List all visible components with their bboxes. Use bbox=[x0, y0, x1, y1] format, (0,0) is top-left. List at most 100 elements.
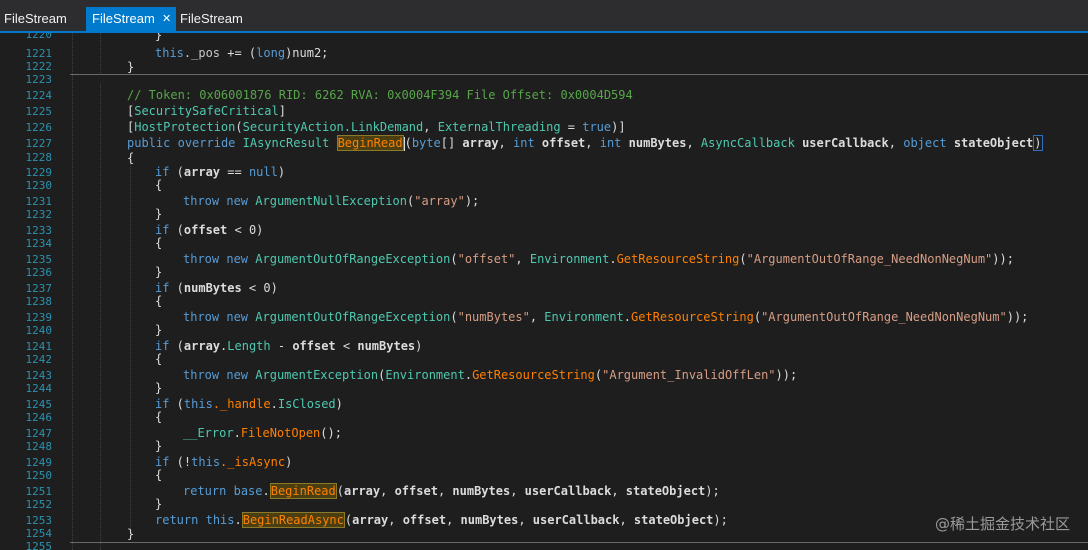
line-number: 1223 bbox=[25, 73, 53, 86]
line-number: 1245 bbox=[25, 398, 53, 411]
line-number: 1226 bbox=[25, 121, 53, 134]
keyword: object bbox=[903, 136, 947, 150]
line-number: 1228 bbox=[25, 151, 53, 164]
code-line: { bbox=[155, 468, 163, 482]
code-line: if (array == null) bbox=[155, 165, 286, 179]
keyword: this bbox=[205, 513, 235, 527]
method-separator bbox=[70, 542, 1088, 543]
keyword: if bbox=[155, 455, 170, 469]
line-number: 1230 bbox=[25, 179, 53, 192]
code-line: if (!this._isAsync) bbox=[155, 455, 293, 469]
method-name: FileNotOpen bbox=[240, 426, 321, 440]
field: ._handle bbox=[212, 397, 271, 411]
line-number: 1241 bbox=[25, 340, 53, 353]
keyword: new bbox=[226, 368, 249, 382]
code-line: { bbox=[155, 236, 163, 250]
type-name: ArgumentException bbox=[255, 368, 379, 382]
code-line: } bbox=[155, 323, 163, 337]
line-number: 1249 bbox=[25, 456, 53, 469]
tab-filestream-3[interactable]: FileStream bbox=[180, 7, 243, 31]
line-number: 1251 bbox=[25, 485, 53, 498]
close-icon[interactable]: ✕ bbox=[162, 7, 171, 31]
code-line: } bbox=[127, 60, 135, 74]
line-number: 1250 bbox=[25, 469, 53, 482]
text-caret bbox=[403, 136, 405, 151]
code-line: { bbox=[127, 151, 135, 165]
type-name: Environment bbox=[544, 310, 624, 324]
keyword: byte bbox=[411, 136, 441, 150]
code-line: this._pos += (long)num2; bbox=[155, 46, 328, 61]
param-name: array bbox=[183, 165, 221, 179]
type-name: Environment bbox=[385, 368, 465, 382]
code-line: __Error.FileNotOpen(); bbox=[183, 426, 342, 440]
param-name: array bbox=[462, 136, 499, 150]
indent-guide bbox=[100, 33, 101, 73]
string-literal: "Argument_InvalidOffLen" bbox=[602, 368, 776, 382]
string-literal: "offset" bbox=[457, 252, 516, 266]
keyword: public bbox=[127, 136, 171, 150]
method-signature: public override IAsyncResult BeginRead (b… bbox=[127, 135, 1043, 151]
param-name: userCallback bbox=[524, 484, 612, 498]
keyword: new bbox=[226, 194, 249, 208]
param-name: stateObject bbox=[953, 136, 1034, 150]
param-name: stateObject bbox=[625, 484, 706, 498]
keyword: if bbox=[155, 223, 170, 237]
line-number: 1225 bbox=[25, 105, 53, 118]
keyword: new bbox=[226, 252, 249, 266]
method-name: GetResourceString bbox=[472, 368, 595, 382]
param-name: offset bbox=[394, 484, 438, 498]
keyword: if bbox=[155, 165, 170, 179]
code-text: )num2; bbox=[285, 46, 329, 60]
field: ._pos bbox=[183, 46, 221, 60]
line-number: 1224 bbox=[25, 89, 53, 102]
code-line: if (offset < 0) bbox=[155, 223, 264, 237]
keyword: this bbox=[155, 46, 184, 60]
line-number: 1239 bbox=[25, 311, 53, 324]
keyword: null bbox=[248, 165, 278, 179]
type-name: __Error bbox=[183, 426, 234, 440]
string-literal: "array" bbox=[414, 194, 465, 208]
param-name: userCallback bbox=[802, 136, 889, 150]
operator: = bbox=[560, 120, 583, 134]
line-number-gutter: 1220 1221 1222 1223 1224 1225 1226 1227 … bbox=[0, 33, 58, 550]
keyword: throw bbox=[183, 368, 220, 382]
code-line: } bbox=[155, 207, 163, 221]
method-name: GetResourceString bbox=[616, 252, 740, 266]
param-name: offset bbox=[292, 339, 336, 353]
type-name: ArgumentNullException bbox=[255, 194, 407, 208]
keyword: int bbox=[599, 136, 622, 150]
method-separator bbox=[70, 74, 1088, 75]
code-line: { bbox=[155, 178, 163, 192]
code-line: { bbox=[155, 410, 163, 424]
param-name: numBytes bbox=[183, 281, 242, 295]
method-name-highlight[interactable]: BeginRead bbox=[336, 135, 404, 151]
attribute-name: HostProtection bbox=[134, 120, 236, 134]
keyword: throw bbox=[183, 194, 220, 208]
param-name: numBytes bbox=[357, 339, 416, 353]
tab-filestream-active[interactable]: FileStream ✕ bbox=[86, 7, 176, 31]
code-line: throw new ArgumentOutOfRangeException("o… bbox=[183, 252, 1014, 266]
document-tab-strip: FileStream FileStream ✕ FileStream bbox=[0, 0, 1088, 31]
param-name: offset bbox=[183, 223, 228, 237]
line-number: 1231 bbox=[25, 195, 53, 208]
line-number: 1235 bbox=[25, 253, 53, 266]
tab-filestream-1[interactable]: FileStream bbox=[4, 7, 67, 31]
property-name: Length bbox=[227, 339, 271, 353]
code-line: if (numBytes < 0) bbox=[155, 281, 278, 295]
watermark: @稀土掘金技术社区 bbox=[934, 515, 1070, 533]
param-name: offset bbox=[541, 136, 586, 150]
keyword: this bbox=[191, 455, 221, 469]
type-name: ArgumentOutOfRangeException bbox=[255, 252, 451, 266]
line-number: 1240 bbox=[25, 324, 53, 337]
keyword: long bbox=[256, 46, 286, 60]
line-number: 1248 bbox=[25, 440, 53, 453]
line-number: 1234 bbox=[25, 237, 53, 250]
line-number: 1232 bbox=[25, 208, 53, 221]
code-editor[interactable]: 1220 1221 1222 1223 1224 1225 1226 1227 … bbox=[0, 33, 1088, 550]
code-line: throw new ArgumentOutOfRangeException("n… bbox=[183, 310, 1029, 324]
property-name: IsClosed bbox=[277, 397, 336, 411]
line-number: 1227 bbox=[25, 137, 53, 150]
line-number: 1242 bbox=[25, 353, 53, 366]
type-name: ArgumentOutOfRangeException bbox=[255, 310, 451, 324]
code-line: } bbox=[155, 497, 163, 511]
